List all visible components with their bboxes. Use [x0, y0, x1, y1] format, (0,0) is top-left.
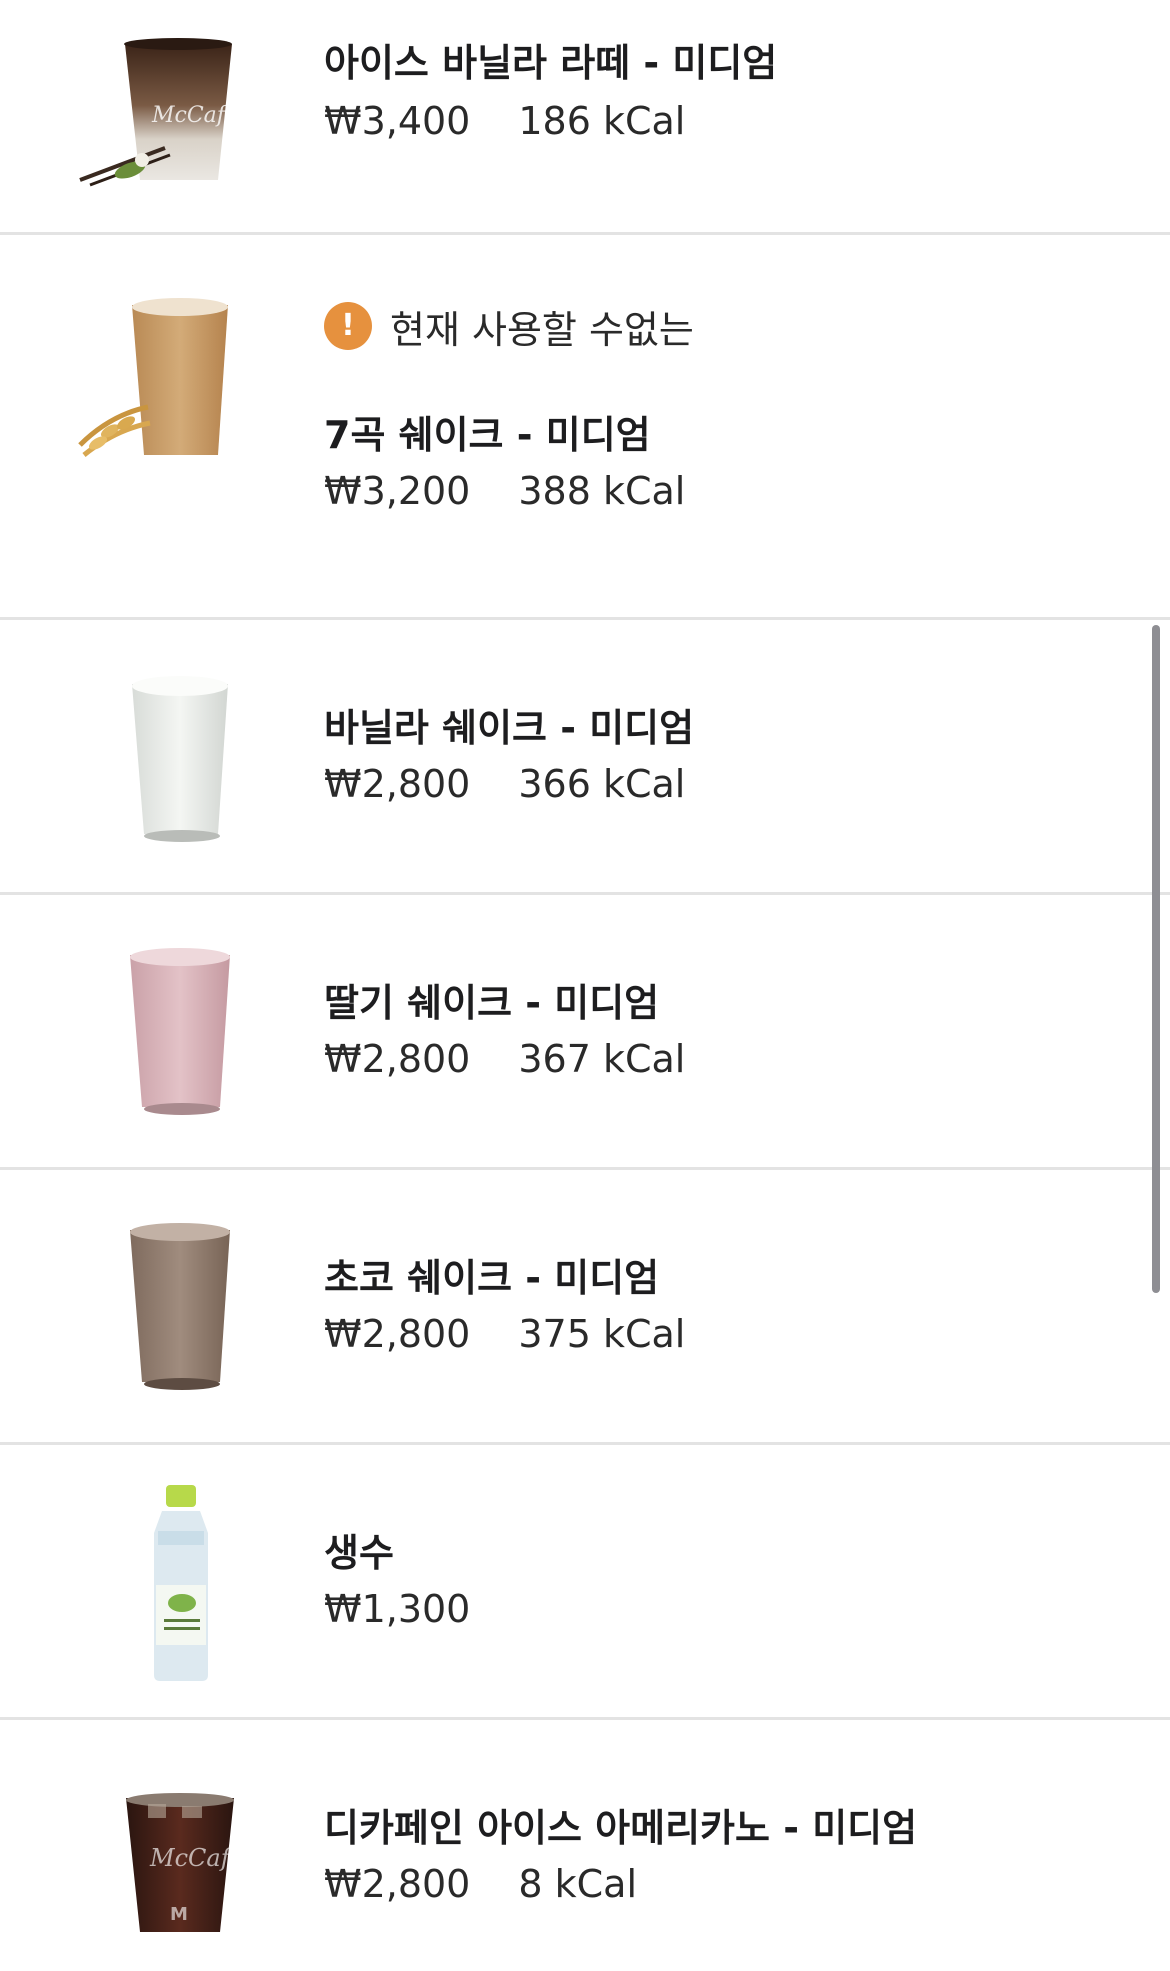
item-price: ₩2,800	[324, 1312, 471, 1356]
menu-item[interactable]: ! 현재 사용할 수없는 7곡 쉐이크 - 미디엄 ₩3,200 388 kCal	[0, 235, 1170, 620]
item-price: ₩3,400	[324, 99, 471, 143]
menu-item[interactable]: 바닐라 쉐이크 - 미디엄 ₩2,800 366 kCal	[0, 620, 1170, 895]
svg-text:McCafé: McCafé	[151, 103, 238, 128]
menu-list: McCafé 아이스 바닐라 라떼 - 미디엄 ₩3,400 186 kCal	[0, 0, 1170, 1960]
item-price: ₩1,300	[324, 1587, 471, 1631]
item-kcal: 367 kCal	[518, 1037, 686, 1081]
menu-item[interactable]: 초코 쉐이크 - 미디엄 ₩2,800 375 kCal	[0, 1170, 1170, 1445]
menu-item[interactable]: McCafé M 디카페인 아이스 아메리카노 - 미디엄 ₩2,800 8 kC…	[0, 1720, 1170, 1960]
menu-item[interactable]: 생수 ₩1,300	[0, 1445, 1170, 1720]
item-kcal: 366 kCal	[518, 762, 686, 806]
water-bottle-image	[70, 1485, 290, 1681]
item-name: 바닐라 쉐이크 - 미디엄	[324, 706, 695, 750]
item-name: 생수	[324, 1531, 394, 1575]
grain-shake-image	[70, 295, 290, 475]
item-price: ₩2,800	[324, 1037, 471, 1081]
decaf-iced-americano-image: McCafé M	[70, 1790, 290, 1970]
menu-item[interactable]: McCafé 아이스 바닐라 라떼 - 미디엄 ₩3,400 186 kCal	[0, 0, 1170, 235]
strawberry-shake-image	[70, 945, 290, 1125]
item-kcal: 186 kCal	[518, 99, 686, 143]
item-name: 디카페인 아이스 아메리카노 - 미디엄	[324, 1806, 918, 1850]
vanilla-shake-image	[70, 670, 290, 850]
item-name: 초코 쉐이크 - 미디엄	[324, 1256, 660, 1300]
chocolate-shake-image	[70, 1220, 290, 1400]
item-name: 아이스 바닐라 라떼 - 미디엄	[324, 41, 778, 85]
unavailable-notice: ! 현재 사용할 수없는	[324, 300, 694, 352]
svg-text:McCafé: McCafé	[149, 1844, 244, 1872]
scrollbar[interactable]	[1152, 625, 1160, 1293]
unavailable-text: 현재 사용할 수없는	[390, 307, 694, 352]
item-price: ₩2,800	[324, 762, 471, 806]
item-kcal: 8 kCal	[518, 1862, 637, 1906]
svg-text:M: M	[170, 1904, 188, 1925]
item-price: ₩3,200	[324, 469, 471, 513]
item-name: 7곡 쉐이크 - 미디엄	[324, 413, 651, 457]
item-kcal: 375 kCal	[518, 1312, 686, 1356]
warning-icon: !	[324, 302, 372, 350]
item-name: 딸기 쉐이크 - 미디엄	[324, 981, 660, 1025]
item-price: ₩2,800	[324, 1862, 471, 1906]
menu-item[interactable]: 딸기 쉐이크 - 미디엄 ₩2,800 367 kCal	[0, 895, 1170, 1170]
item-kcal: 388 kCal	[518, 469, 686, 513]
iced-vanilla-latte-image: McCafé	[70, 30, 290, 210]
